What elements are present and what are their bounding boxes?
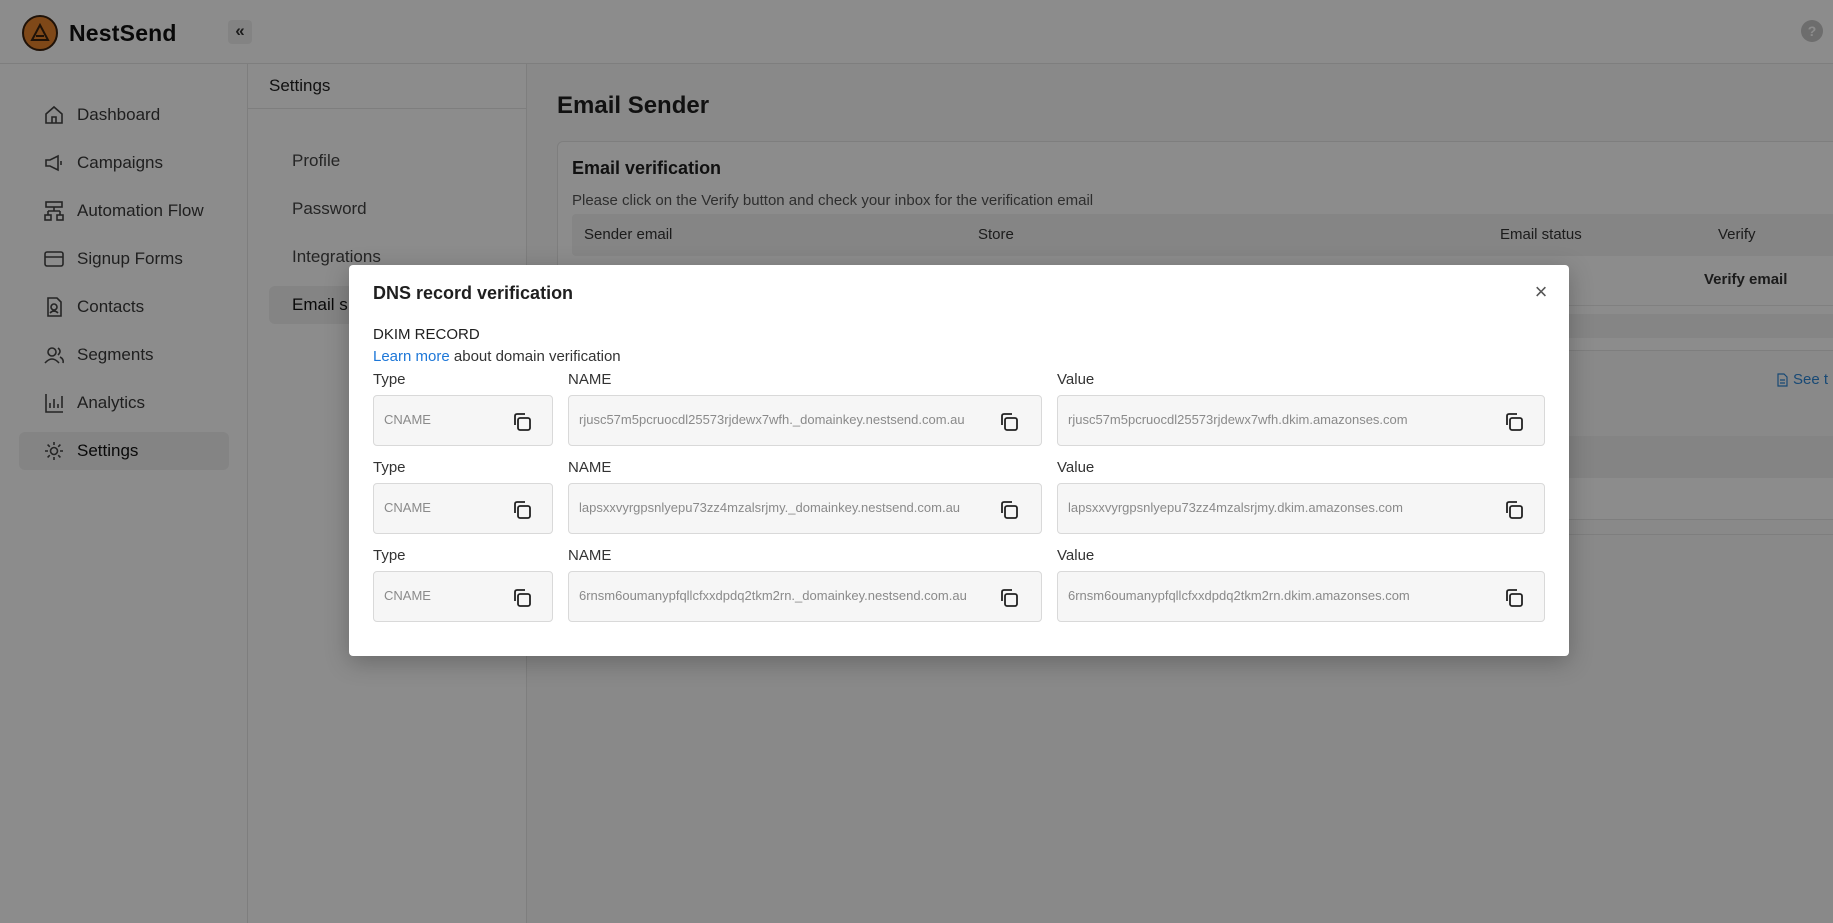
type-value: CNAME <box>384 412 431 427</box>
record-value: rjusc57m5pcruocdl25573rjdewx7wfh.dkim.am… <box>1068 412 1408 427</box>
name-field[interactable]: lapsxxvyrgpsnlyepu73zz4mzalsrjmy._domain… <box>568 483 1042 534</box>
name-label: NAME <box>568 459 612 476</box>
record-value: 6rnsm6oumanypfqllcfxxdpdq2tkm2rn.dkim.am… <box>1068 588 1410 603</box>
copy-icon[interactable] <box>997 498 1021 522</box>
name-value: 6rnsm6oumanypfqllcfxxdpdq2tkm2rn._domain… <box>579 588 967 603</box>
learn-more-text: about domain verification <box>449 348 621 365</box>
name-value: lapsxxvyrgpsnlyepu73zz4mzalsrjmy._domain… <box>579 500 961 515</box>
copy-icon[interactable] <box>997 410 1021 434</box>
type-field[interactable]: CNAME <box>373 395 553 446</box>
name-field[interactable]: rjusc57m5pcruocdl25573rjdewx7wfh._domain… <box>568 395 1042 446</box>
name-value: rjusc57m5pcruocdl25573rjdewx7wfh._domain… <box>579 412 965 427</box>
dns-verification-modal: DNS record verification × DKIM RECORD Le… <box>349 265 1569 656</box>
value-label: Value <box>1057 459 1095 476</box>
type-value: CNAME <box>384 588 431 603</box>
type-label: Type <box>373 371 406 388</box>
type-value: CNAME <box>384 500 431 515</box>
type-field[interactable]: CNAME <box>373 571 553 622</box>
learn-more-link[interactable]: Learn more <box>373 348 450 365</box>
type-label: Type <box>373 547 406 564</box>
value-field[interactable]: lapsxxvyrgpsnlyepu73zz4mzalsrjmy.dkim.am… <box>1057 483 1545 534</box>
value-field[interactable]: rjusc57m5pcruocdl25573rjdewx7wfh.dkim.am… <box>1057 395 1545 446</box>
name-field[interactable]: 6rnsm6oumanypfqllcfxxdpdq2tkm2rn._domain… <box>568 571 1042 622</box>
copy-icon[interactable] <box>1502 410 1526 434</box>
copy-icon[interactable] <box>1502 586 1526 610</box>
value-field[interactable]: 6rnsm6oumanypfqllcfxxdpdq2tkm2rn.dkim.am… <box>1057 571 1545 622</box>
modal-title: DNS record verification <box>373 283 574 303</box>
name-label: NAME <box>568 371 612 388</box>
copy-icon[interactable] <box>997 586 1021 610</box>
copy-icon[interactable] <box>1502 498 1526 522</box>
learn-more-line: Learn more about domain verification <box>373 348 621 365</box>
name-label: NAME <box>568 547 612 564</box>
copy-icon[interactable] <box>510 498 534 522</box>
dkim-record-label: DKIM RECORD <box>373 326 480 343</box>
copy-icon[interactable] <box>510 586 534 610</box>
type-field[interactable]: CNAME <box>373 483 553 534</box>
record-value: lapsxxvyrgpsnlyepu73zz4mzalsrjmy.dkim.am… <box>1068 500 1403 515</box>
copy-icon[interactable] <box>510 410 534 434</box>
type-label: Type <box>373 459 406 476</box>
close-icon[interactable]: × <box>1531 281 1551 303</box>
value-label: Value <box>1057 547 1095 564</box>
value-label: Value <box>1057 371 1095 388</box>
